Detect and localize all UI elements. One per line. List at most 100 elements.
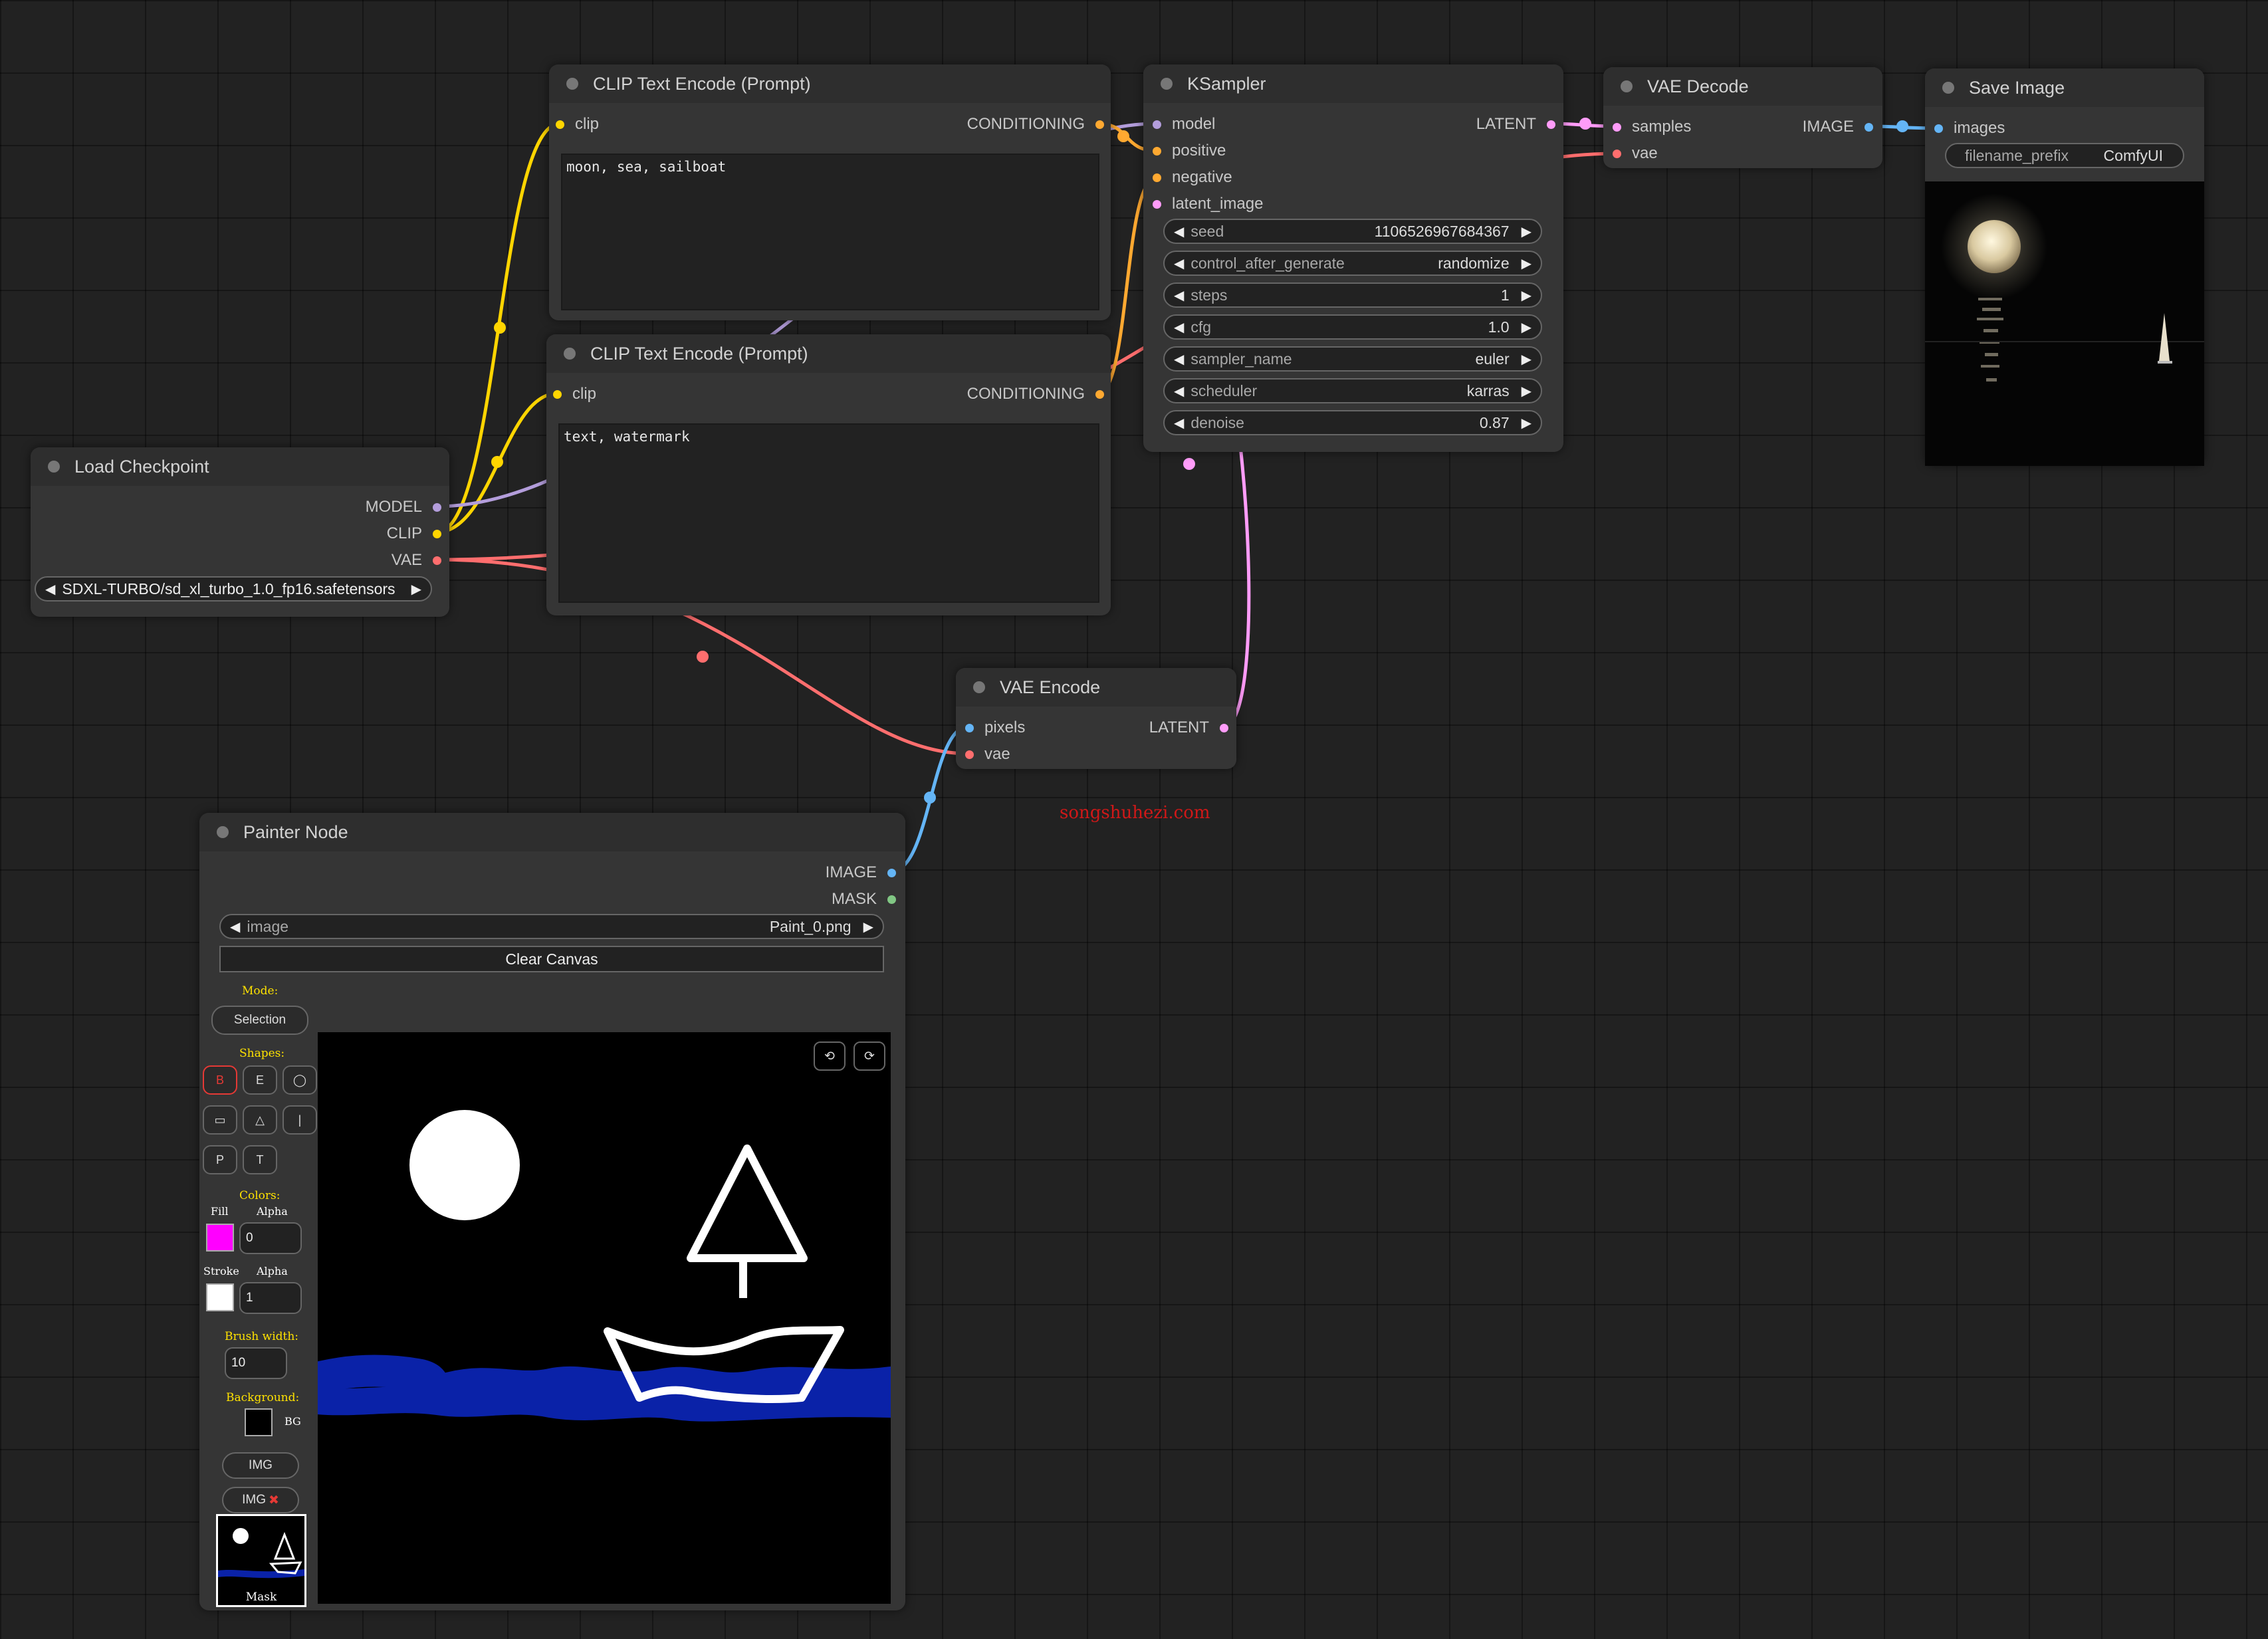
- ksampler-node[interactable]: KSampler model positive negative latent_…: [1143, 64, 1563, 452]
- node-header[interactable]: VAE Encode: [956, 668, 1236, 707]
- widget-value[interactable]: Paint_0.png: [770, 918, 851, 936]
- node-header[interactable]: Save Image: [1925, 68, 2204, 107]
- circle-tool-button[interactable]: ◯: [283, 1065, 317, 1095]
- image-slot-icon[interactable]: [887, 868, 896, 877]
- scheduler-widget[interactable]: ◀ scheduler karras ▶: [1163, 378, 1542, 403]
- stroke-alpha-input[interactable]: 1: [239, 1282, 302, 1314]
- decrement-arrow-icon[interactable]: ◀: [1174, 287, 1184, 304]
- vae-slot-icon[interactable]: [433, 556, 441, 565]
- increment-arrow-icon[interactable]: ▶: [1522, 223, 1531, 240]
- output-conditioning[interactable]: CONDITIONING: [967, 115, 1104, 134]
- stroke-color-swatch[interactable]: [206, 1283, 234, 1311]
- output-vae[interactable]: VAE: [392, 551, 441, 570]
- decrement-arrow-icon[interactable]: ◀: [1174, 223, 1184, 240]
- undo-button[interactable]: ⟲: [814, 1041, 846, 1071]
- prompt-textarea[interactable]: moon, sea, sailboat: [561, 154, 1099, 310]
- text-tool-button[interactable]: T: [243, 1145, 277, 1174]
- latent-slot-icon[interactable]: [1153, 199, 1161, 209]
- increment-arrow-icon[interactable]: ▶: [1522, 287, 1531, 304]
- model-slot-icon[interactable]: [433, 502, 441, 512]
- widget-value[interactable]: randomize: [1438, 255, 1509, 273]
- brush-tool-button[interactable]: B: [203, 1065, 237, 1095]
- collapse-icon[interactable]: [973, 681, 985, 693]
- output-image[interactable]: IMAGE: [826, 863, 896, 882]
- conditioning-slot-icon[interactable]: [1153, 146, 1161, 156]
- decrement-arrow-icon[interactable]: ◀: [230, 919, 240, 935]
- input-negative[interactable]: negative: [1153, 168, 1232, 187]
- collapse-icon[interactable]: [1161, 78, 1173, 90]
- decrement-arrow-icon[interactable]: ◀: [1174, 351, 1184, 368]
- collapse-icon[interactable]: [564, 348, 576, 360]
- rectangle-tool-button[interactable]: ▭: [203, 1105, 237, 1135]
- decrement-arrow-icon[interactable]: ◀: [1174, 383, 1184, 399]
- latent-slot-icon[interactable]: [1547, 120, 1555, 129]
- widget-value[interactable]: 0.87: [1480, 414, 1510, 432]
- sampler-name-widget[interactable]: ◀ sampler_name euler ▶: [1163, 346, 1542, 372]
- prompt-textarea[interactable]: text, watermark: [558, 423, 1099, 603]
- vae-slot-icon[interactable]: [965, 750, 974, 759]
- input-model[interactable]: model: [1153, 115, 1215, 134]
- vae-encode-node[interactable]: VAE Encode pixels vae LATENT: [956, 668, 1236, 769]
- output-clip[interactable]: CLIP: [387, 524, 441, 543]
- image-slot-icon[interactable]: [965, 723, 974, 732]
- clip-text-encode-positive-node[interactable]: CLIP Text Encode (Prompt) clip CONDITION…: [549, 64, 1111, 320]
- increment-arrow-icon[interactable]: ▶: [1522, 319, 1531, 336]
- collapse-icon[interactable]: [1621, 80, 1633, 92]
- widget-value[interactable]: SDXL-TURBO/sd_xl_turbo_1.0_fp16.safetens…: [62, 580, 395, 598]
- seed-widget[interactable]: ◀ seed 1106526967684367 ▶: [1163, 219, 1542, 244]
- widget-value[interactable]: 1: [1501, 286, 1510, 304]
- clip-text-encode-negative-node[interactable]: CLIP Text Encode (Prompt) clip CONDITION…: [546, 334, 1111, 615]
- output-model[interactable]: MODEL: [366, 498, 441, 516]
- conditioning-slot-icon[interactable]: [1153, 173, 1161, 182]
- pencil-tool-button[interactable]: P: [203, 1145, 237, 1174]
- redo-button[interactable]: ⟳: [853, 1041, 885, 1071]
- painter-canvas[interactable]: ⟲ ⟳: [318, 1032, 891, 1604]
- output-mask[interactable]: MASK: [832, 890, 896, 909]
- output-latent[interactable]: LATENT: [1149, 718, 1228, 737]
- filename-prefix-widget[interactable]: filename_prefix ComfyUI: [1945, 143, 2184, 168]
- clip-slot-icon[interactable]: [553, 389, 562, 399]
- conditioning-slot-icon[interactable]: [1095, 120, 1104, 129]
- conditioning-slot-icon[interactable]: [1095, 389, 1104, 399]
- cfg-widget[interactable]: ◀ cfg 1.0 ▶: [1163, 314, 1542, 340]
- load-checkpoint-node[interactable]: Load Checkpoint MODEL CLIP VAE ◀ SDXL-TU…: [31, 447, 449, 617]
- collapse-icon[interactable]: [566, 78, 578, 90]
- collapse-icon[interactable]: [48, 461, 60, 473]
- node-header[interactable]: CLIP Text Encode (Prompt): [546, 334, 1111, 373]
- mode-selection-button[interactable]: Selection: [211, 1006, 308, 1035]
- collapse-icon[interactable]: [1942, 82, 1954, 94]
- control-after-generate-widget[interactable]: ◀ control_after_generate randomize ▶: [1163, 251, 1542, 276]
- input-images[interactable]: images: [1934, 119, 2005, 138]
- vae-slot-icon[interactable]: [1613, 149, 1621, 158]
- decrement-arrow-icon[interactable]: ◀: [1174, 319, 1184, 336]
- increment-arrow-icon[interactable]: ▶: [1522, 255, 1531, 272]
- decrement-arrow-icon[interactable]: ◀: [45, 581, 55, 598]
- ellipse-brush-tool-button[interactable]: E: [243, 1065, 277, 1095]
- increment-arrow-icon[interactable]: ▶: [411, 581, 421, 598]
- node-header[interactable]: CLIP Text Encode (Prompt): [549, 64, 1111, 103]
- widget-value[interactable]: euler: [1475, 350, 1509, 368]
- painter-node[interactable]: Painter Node IMAGE MASK ◀ image Paint_0.…: [199, 813, 905, 1610]
- steps-widget[interactable]: ◀ steps 1 ▶: [1163, 282, 1542, 308]
- line-tool-button[interactable]: |: [283, 1105, 317, 1135]
- node-header[interactable]: VAE Decode: [1603, 67, 1882, 106]
- decrement-arrow-icon[interactable]: ◀: [1174, 255, 1184, 272]
- output-latent[interactable]: LATENT: [1476, 115, 1555, 134]
- brush-width-input[interactable]: 10: [225, 1347, 287, 1379]
- latent-slot-icon[interactable]: [1220, 723, 1228, 732]
- widget-value[interactable]: karras: [1467, 382, 1510, 400]
- input-positive[interactable]: positive: [1153, 142, 1226, 160]
- image-slot-icon[interactable]: [1934, 124, 1943, 133]
- latent-slot-icon[interactable]: [1613, 122, 1621, 132]
- node-header[interactable]: KSampler: [1143, 64, 1563, 103]
- triangle-tool-button[interactable]: △: [243, 1105, 277, 1135]
- mask-slot-icon[interactable]: [887, 895, 896, 904]
- image-slot-icon[interactable]: [1865, 122, 1873, 132]
- mask-preview[interactable]: Mask: [216, 1514, 306, 1607]
- widget-value[interactable]: ComfyUI: [2104, 147, 2163, 165]
- collapse-icon[interactable]: [217, 826, 229, 838]
- input-samples[interactable]: samples: [1613, 118, 1691, 136]
- input-latent-image[interactable]: latent_image: [1153, 195, 1263, 213]
- clear-canvas-button[interactable]: Clear Canvas: [219, 946, 884, 972]
- denoise-widget[interactable]: ◀ denoise 0.87 ▶: [1163, 410, 1542, 435]
